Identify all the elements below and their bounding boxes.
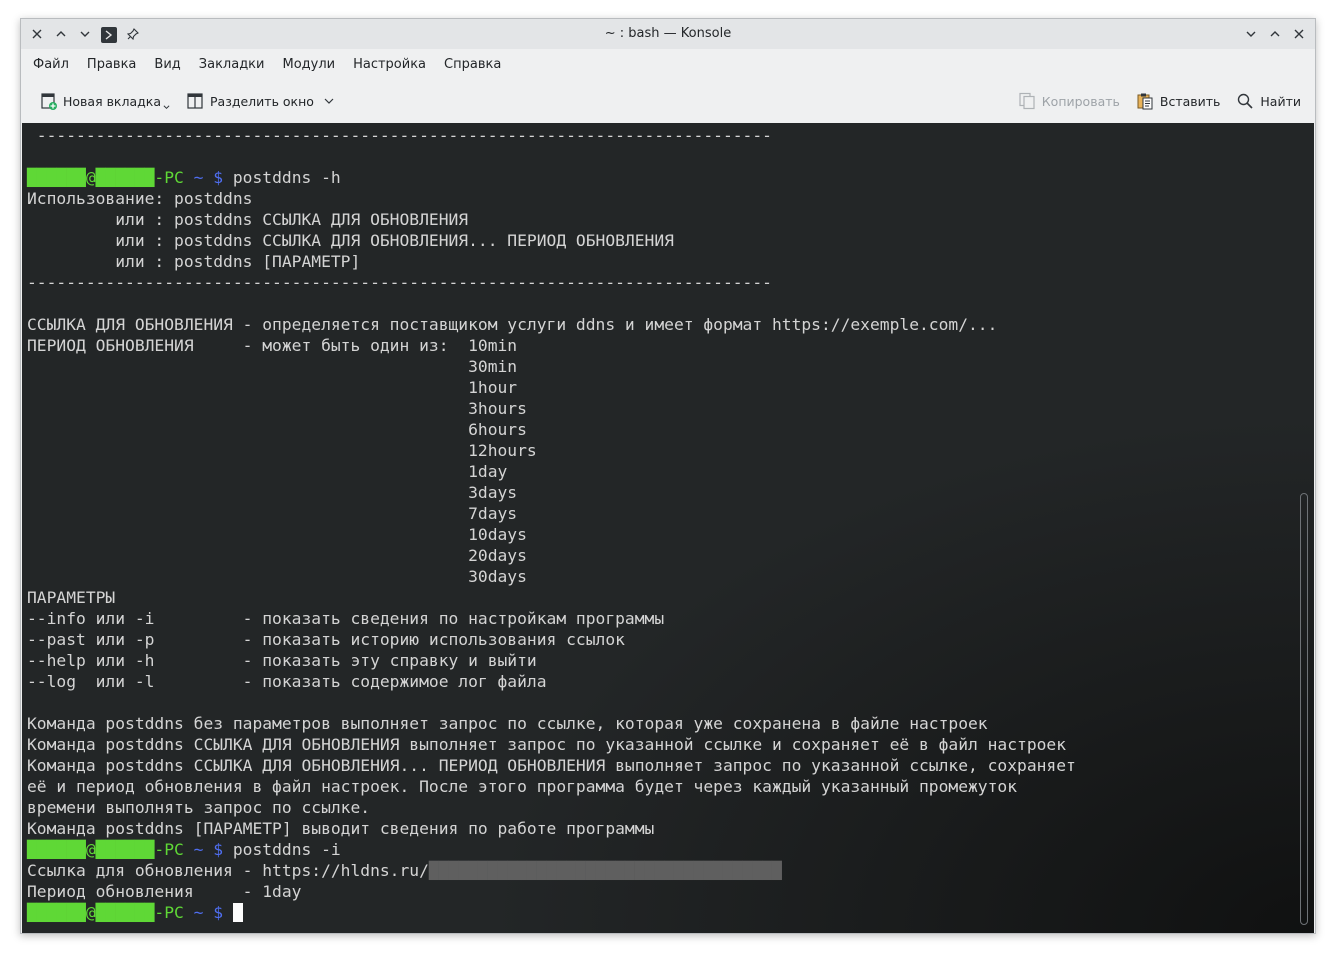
chevron-down-icon xyxy=(324,98,334,104)
terminal-line: ПАРАМЕТРЫ xyxy=(27,588,116,607)
menu-file[interactable]: Файл xyxy=(24,57,78,72)
prompt-symbol: $ xyxy=(213,903,224,922)
close-window-icon[interactable] xyxy=(1289,24,1309,44)
menu-view[interactable]: Вид xyxy=(145,57,189,72)
terminal-line: ПЕРИОД ОБНОВЛЕНИЯ - может быть один из: … xyxy=(27,336,518,355)
terminal-line: --past или -p - показать историю использ… xyxy=(27,630,625,649)
terminal-line: 30min xyxy=(27,357,518,376)
terminal-line: Команда postddns ССЫЛКА ДЛЯ ОБНОВЛЕНИЯ в… xyxy=(27,735,1067,754)
terminal-line: ██████@██████-PC ~ $ postddns -h xyxy=(27,167,1076,188)
terminal-line: Период обновления - 1day xyxy=(27,882,302,901)
terminal-line: 20days xyxy=(27,546,527,565)
minimize-icon[interactable] xyxy=(1241,24,1261,44)
terminal-line: Ссылка для обновления - https://hldns.ru… xyxy=(27,860,1076,881)
paste-icon xyxy=(1137,93,1153,110)
menu-edit[interactable]: Правка xyxy=(78,57,145,72)
terminal-line: 1hour xyxy=(27,378,518,397)
terminal-line: 30days xyxy=(27,567,527,586)
command-text: postddns -i xyxy=(223,840,341,859)
terminal-line: --help или -h - показать эту справку и в… xyxy=(27,651,537,670)
menu-help[interactable]: Справка xyxy=(435,57,510,72)
terminal-view[interactable]: ----------------------------------------… xyxy=(22,123,1314,933)
terminal-line: ██████@██████-PC ~ $ postddns -i xyxy=(27,839,1076,860)
terminal-line: 3days xyxy=(27,483,518,502)
terminal-line: или : postddns [ПАРАМЕТР] xyxy=(27,252,361,271)
terminal-line: Команда postddns ССЫЛКА ДЛЯ ОБНОВЛЕНИЯ..… xyxy=(27,756,1076,775)
terminal-line: 3hours xyxy=(27,399,527,418)
find-label: Найти xyxy=(1260,93,1301,109)
terminal-scrollbar[interactable] xyxy=(1300,493,1308,925)
search-icon xyxy=(1238,93,1253,109)
prompt-symbol: $ xyxy=(213,840,224,859)
terminal-line: 10days xyxy=(27,525,527,544)
copy-button[interactable]: Копировать xyxy=(1010,86,1128,116)
split-view-label: Разделить окно xyxy=(210,93,314,109)
terminal-line: 12hours xyxy=(27,441,537,460)
menu-settings[interactable]: Настройка xyxy=(344,57,435,72)
window-title: ~ : bash — Konsole xyxy=(604,26,732,41)
copy-icon xyxy=(1019,92,1035,110)
terminal-line: времени выполнять запрос по ссылке. xyxy=(27,798,371,817)
copy-label: Копировать xyxy=(1041,93,1120,109)
prompt-path: ~ xyxy=(183,840,214,859)
prompt-path: ~ xyxy=(183,168,214,187)
terminal-line: ----------------------------------------… xyxy=(27,126,772,145)
find-button[interactable]: Найти xyxy=(1228,86,1309,116)
new-tab-button[interactable]: Новая вкладка xyxy=(31,86,178,116)
new-tab-icon xyxy=(41,93,57,110)
prompt-user: ██████@██████-PC xyxy=(27,903,184,922)
terminal-line: или : postddns ССЫЛКА ДЛЯ ОБНОВЛЕНИЯ... … xyxy=(27,231,674,250)
text-cursor xyxy=(232,903,243,922)
terminal-output: ----------------------------------------… xyxy=(27,125,1076,923)
konsole-window: ~ : bash — Konsole Файл Правка Вид Закла… xyxy=(20,18,1316,934)
menu-bar: Файл Правка Вид Закладки Модули Настройк… xyxy=(21,49,1315,79)
command-text: postddns -h xyxy=(223,168,341,187)
terminal-line: или : postddns ССЫЛКА ДЛЯ ОБНОВЛЕНИЯ xyxy=(27,210,469,229)
terminal-line: Команда postddns без параметров выполняе… xyxy=(27,714,988,733)
terminal-line: 1day xyxy=(27,462,508,481)
terminal-line: 6hours xyxy=(27,420,527,439)
terminal-line: ----------------------------------------… xyxy=(27,273,772,292)
terminal-line: Команда postddns [ПАРАМЕТР] выводит свед… xyxy=(27,819,655,838)
split-view-button[interactable]: Разделить окно xyxy=(178,86,342,116)
maximize-icon[interactable] xyxy=(1265,24,1285,44)
terminal-line: её и период обновления в файл настроек. … xyxy=(27,777,1018,796)
terminal-line: 7days xyxy=(27,504,518,523)
split-view-icon xyxy=(187,93,203,109)
title-bar: ~ : bash — Konsole xyxy=(21,19,1315,49)
prompt-path: ~ xyxy=(183,903,214,922)
paste-button[interactable]: Вставить xyxy=(1128,86,1229,116)
chevron-down-icon xyxy=(163,104,170,109)
new-tab-label: Новая вкладка xyxy=(63,93,161,109)
redacted-url: ████████████████████████████████████ xyxy=(428,861,782,880)
terminal-line: --log или -l - показать содержимое лог ф… xyxy=(27,672,547,691)
terminal-text: Ссылка для обновления - https://hldns.ru… xyxy=(27,861,429,880)
menu-bookmarks[interactable]: Закладки xyxy=(190,57,274,72)
terminal-line: ██████@██████-PC ~ $ xyxy=(27,902,1076,923)
terminal-line: ССЫЛКА ДЛЯ ОБНОВЛЕНИЯ - определяется пос… xyxy=(27,315,998,334)
paste-label: Вставить xyxy=(1159,93,1221,109)
prompt-symbol: $ xyxy=(213,168,224,187)
prompt-user: ██████@██████-PC xyxy=(27,168,184,187)
prompt-user: ██████@██████-PC xyxy=(27,840,184,859)
terminal-line: Использование: postddns xyxy=(27,189,253,208)
toolbar: Новая вкладка Разделить окно Копировать … xyxy=(21,83,1315,119)
menu-plugins[interactable]: Модули xyxy=(273,57,344,72)
terminal-line: --info или -i - показать сведения по нас… xyxy=(27,609,665,628)
